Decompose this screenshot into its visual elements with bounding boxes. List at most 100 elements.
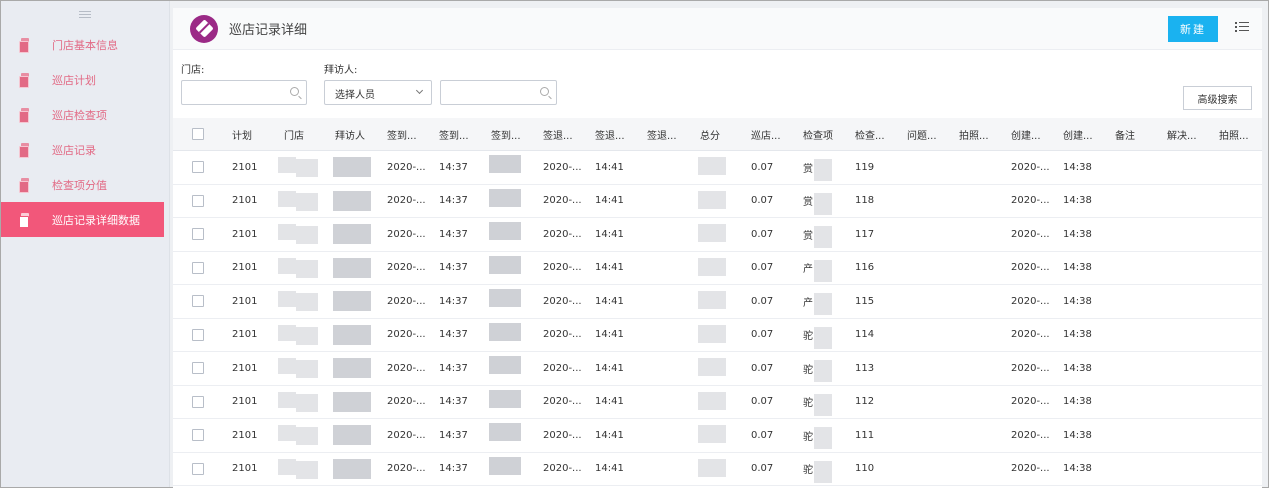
row-checkbox[interactable] [192,462,204,475]
redacted-cell [333,425,371,445]
cell-signin-date: 2020-... [387,429,426,441]
cell-check-no: 115 [855,295,875,307]
column-header[interactable]: 备注 [1115,118,1135,150]
cell-created-time: 14:38 [1063,262,1092,274]
row-checkbox[interactable] [192,161,204,174]
row-checkbox[interactable] [192,194,204,207]
column-header[interactable]: 创建... [1063,118,1093,150]
redacted-cell [814,360,832,382]
column-header[interactable]: 检查项 [803,118,833,150]
sidebar-item-2[interactable]: 巡店检查项 [1,97,169,132]
visitor-select[interactable]: 选择人员 [324,80,432,105]
table-row[interactable]: 2101 2020-... 14:37 2020-... 14:41 0.07 产 116 20… [173,252,1262,285]
column-header[interactable]: 创建... [1011,118,1041,150]
column-header[interactable]: 拍照... [959,118,989,150]
table-row[interactable]: 2101 2020-... 14:37 2020-... 14:41 0.07 赏 118 20… [173,185,1262,218]
sidebar-item-0[interactable]: 门店基本信息 [1,27,169,62]
row-select-cell [192,151,204,184]
sidebar-item-3[interactable]: 巡店记录 [1,132,169,167]
new-button[interactable]: 新建 [1168,16,1218,42]
sidebar-item-5[interactable]: 巡店记录详细数据 [1,202,164,237]
column-header[interactable]: 问题... [907,118,937,150]
column-header[interactable]: 拍照... [1219,118,1249,150]
column-header[interactable]: 检查... [855,118,885,150]
redacted-cell [296,393,318,412]
column-header[interactable]: 计划 [232,118,252,150]
cell-signout-date: 2020-... [543,429,582,441]
cell-ratio: 0.07 [751,429,774,441]
row-checkbox[interactable] [192,328,204,341]
column-header[interactable]: 巡店... [751,118,781,150]
row-checkbox[interactable] [192,362,204,375]
redacted-cell [698,291,726,309]
column-header[interactable]: 解决... [1167,118,1197,150]
row-checkbox[interactable] [192,395,204,408]
row-select-cell [192,352,204,385]
redacted-cell [698,224,726,242]
select-all-checkbox[interactable] [192,128,204,140]
cell-created-time: 14:38 [1063,463,1092,475]
redacted-cell [489,155,521,173]
table-row[interactable]: 2101 2020-... 14:37 2020-... 14:41 0.07 赏 117 20… [173,218,1262,252]
store-search-input[interactable] [181,80,307,105]
redacted-cell [698,391,726,410]
column-header[interactable]: 签退... [595,118,625,150]
column-header[interactable]: 签退... [543,118,573,150]
cell-check-no: 111 [855,429,875,441]
table-row[interactable]: 2101 2020-... 14:37 2020-... 14:41 0.07 赏 119 20… [173,151,1262,185]
cell-check-no: 119 [855,161,875,173]
table-row[interactable]: 2101 2020-... 14:37 2020-... 14:41 0.07 驼 110 20… [173,453,1262,486]
column-header[interactable]: 签到... [387,118,417,150]
search-icon[interactable] [540,87,549,96]
cell-signout-time: 14:41 [595,329,624,341]
cell-signout-date: 2020-... [543,329,582,341]
redacted-cell [296,460,318,479]
table-row[interactable]: 2101 2020-... 14:37 2020-... 14:41 0.07 产 115 20… [173,285,1262,319]
row-checkbox[interactable] [192,429,204,442]
sidebar-item-1[interactable]: 巡店计划 [1,62,169,97]
redacted-cell [333,157,371,177]
table-row[interactable]: 2101 2020-... 14:37 2020-... 14:41 0.07 驼 113 20… [173,352,1262,386]
row-checkbox[interactable] [192,228,204,241]
cell-created-date: 2020-... [1011,228,1050,240]
sidebar-item-4[interactable]: 检查项分值 [1,167,169,202]
document-icon [19,143,30,158]
redacted-cell [814,226,832,248]
cell-check-no: 112 [855,396,875,408]
column-header[interactable]: 签退... [647,118,677,150]
column-header[interactable]: 拜访人 [335,118,365,150]
cell-check-no: 110 [855,463,875,475]
cell-plan: 2101 [232,396,258,408]
redacted-cell [333,257,371,278]
redacted-cell [278,224,296,240]
cell-signout-date: 2020-... [543,161,582,173]
column-header[interactable]: 总分 [700,118,720,150]
redacted-cell [489,289,521,307]
table-row[interactable]: 2101 2020-... 14:37 2020-... 14:41 0.07 驼 112 20… [173,386,1262,419]
visitor-search-input[interactable] [440,80,557,105]
cell-created-time: 14:38 [1063,362,1092,374]
cell-signin-time: 14:37 [439,195,468,207]
cell-item-char: 产 [803,264,813,276]
search-icon[interactable] [290,87,299,96]
cell-created-time: 14:38 [1063,195,1092,207]
row-checkbox[interactable] [192,261,204,274]
row-checkbox[interactable] [192,295,204,308]
column-header[interactable]: 门店 [284,118,304,150]
sidebar-collapse-toggle[interactable] [1,1,169,27]
column-header[interactable]: 签到... [439,118,469,150]
page-header: 巡店记录详细 新建 [173,8,1262,50]
cell-plan: 2101 [232,362,258,374]
cell-ratio: 0.07 [751,161,774,173]
list-menu-icon[interactable] [1235,21,1249,33]
redacted-cell [296,360,318,378]
cell-signin-time: 14:37 [439,161,468,173]
advanced-search-button[interactable]: 高级搜索 [1183,86,1252,110]
cell-signout-time: 14:41 [595,228,624,240]
table-row[interactable]: 2101 2020-... 14:37 2020-... 14:41 0.07 驼 111 20… [173,419,1262,453]
column-header[interactable]: 签到... [491,118,521,150]
table-row[interactable]: 2101 2020-... 14:37 2020-... 14:41 0.07 驼 114 20… [173,319,1262,352]
row-select-cell [192,319,204,352]
cell-plan: 2101 [232,262,258,274]
redacted-cell [296,259,318,278]
